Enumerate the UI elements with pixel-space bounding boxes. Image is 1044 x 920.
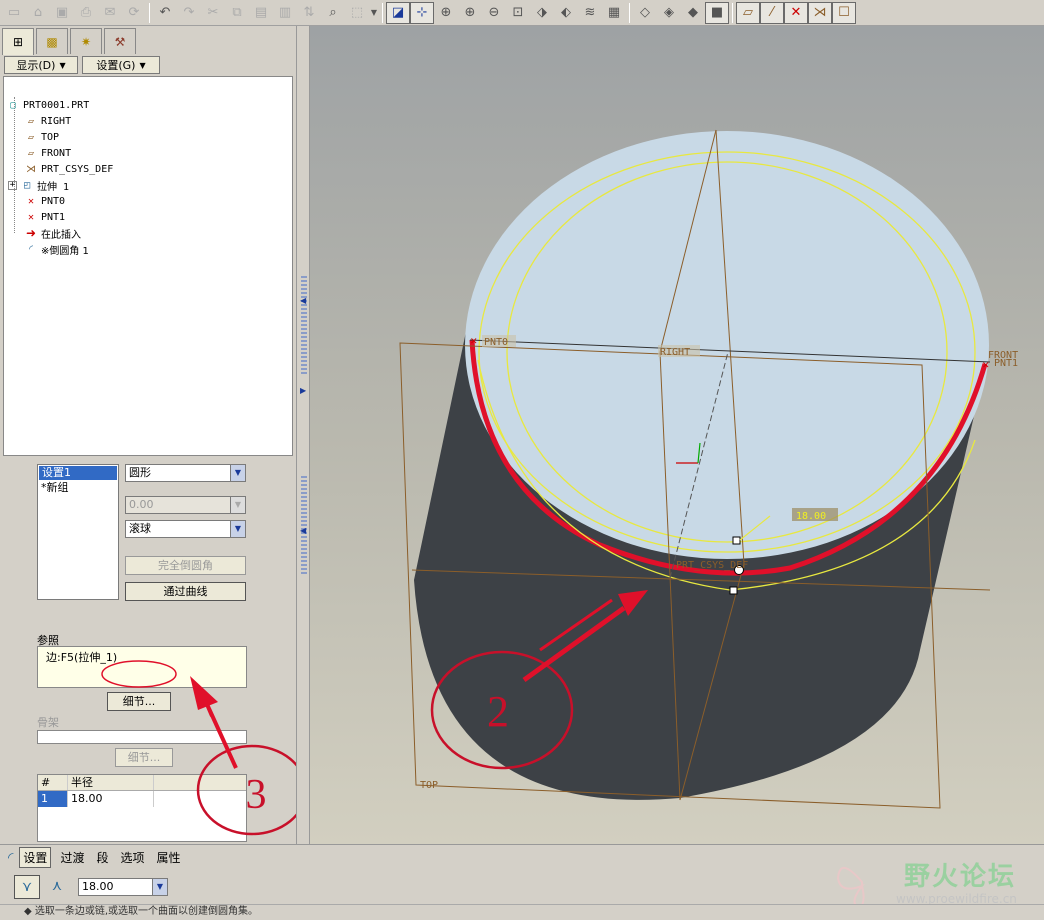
top-label: TOP (420, 780, 438, 791)
dropdown-icon[interactable]: ▼ (369, 2, 379, 24)
paste-icon[interactable]: ▤ (249, 2, 273, 24)
tab-segments[interactable]: 段 (93, 848, 111, 867)
edge-drag-handle[interactable] (729, 586, 738, 595)
datum-axes-icon[interactable]: ⁄ (760, 1, 784, 24)
splitter-grip (301, 276, 307, 376)
redo-icon[interactable]: ↷ (177, 2, 201, 24)
email-icon[interactable]: ✉ (98, 2, 122, 24)
annotation-three: 3 (101, 660, 296, 836)
annotation-number-3: 3 (246, 772, 267, 818)
repaint-icon[interactable]: ◪ (386, 1, 410, 24)
view-manager-icon[interactable]: ▦ (602, 2, 626, 24)
detail-highlight-ring (101, 660, 177, 688)
annotation-arrow-3 (204, 701, 238, 769)
set-mode-icon[interactable]: ⋎ (14, 875, 40, 899)
model-view: PNT0 ✕ PNT1 ✕ RIGHT FRONT TOP PRT_CSYS_D… (399, 129, 1018, 809)
tab-properties[interactable]: 属性 (153, 848, 183, 867)
copy-icon[interactable]: ⧉ (225, 2, 249, 24)
select-box-icon[interactable]: ⬚ (345, 2, 369, 24)
toolbar-separator (382, 2, 383, 23)
chevron-down-icon: ▼ (152, 879, 167, 895)
butterfly-logo-icon (836, 867, 865, 910)
new-icon[interactable]: ▭ (2, 2, 26, 24)
proe-window: ▭ ⌂ ▣ ⎙ ✉ ⟳ ↶ ↷ ✂ ⧉ ▤ ▥ ⇅ ⌕ ⬚ ▼ ◪ ⊹ ⊕ ⊕ … (0, 0, 1044, 920)
watermark-title: 野火论坛 (904, 862, 1017, 892)
radius-drag-handle[interactable] (732, 536, 741, 545)
csys-label: PRT_CSYS_DEF (676, 560, 748, 571)
cut-icon[interactable]: ✂ (201, 2, 225, 24)
toolbar-separator (732, 2, 733, 23)
transition-mode-icon[interactable]: ⋏ (44, 875, 70, 899)
find-icon[interactable]: ⌕ (321, 2, 345, 24)
zoom-out-icon[interactable]: ⊖ (482, 2, 506, 24)
hidden-line-icon[interactable]: ◈ (657, 2, 681, 24)
datum-planes-icon[interactable]: ▱ (736, 1, 760, 24)
tab-settings[interactable]: 设置 (19, 847, 52, 868)
annotations-icon[interactable]: ☐ (832, 1, 856, 24)
shaded-icon[interactable]: ■ (705, 1, 729, 24)
radius-dimension[interactable]: 18.00 (796, 511, 826, 522)
regenerate-icon[interactable]: ⇅ (297, 2, 321, 24)
panel-splitter[interactable]: ◀ ▶ ◀ (296, 26, 310, 844)
annotation-number-2: 2 (487, 687, 509, 736)
open-icon[interactable]: ⌂ (26, 2, 50, 24)
wireframe-icon[interactable]: ◇ (633, 2, 657, 24)
no-hidden-icon[interactable]: ◆ (681, 2, 705, 24)
pnt0-label: PNT0 (484, 337, 508, 348)
navigator-panel: ⊞ ▩ ✷ ⚒ 显示(D) ▼ 设置(G) ▼ ▢ PRT0001.PRT ▱ … (0, 26, 296, 862)
radius-input-value: 18.00 (82, 880, 114, 893)
collapse-left-icon[interactable]: ◀ (300, 526, 306, 535)
pnt0-marker: ✕ (470, 337, 478, 347)
undo-icon[interactable]: ↶ (153, 2, 177, 24)
status-bar: ◆ 选取一条边或链,或选取一个曲面以创建倒圆角集。 (0, 904, 1044, 920)
refit-icon[interactable]: ⊡ (506, 2, 530, 24)
tab-transitions[interactable]: 过渡 (57, 848, 87, 867)
print-icon[interactable]: ⎙ (74, 2, 98, 24)
front-label: FRONT (988, 350, 1018, 361)
toolbar-separator (149, 2, 150, 23)
csys-icon[interactable]: ⋊ (808, 1, 832, 24)
save-icon[interactable]: ▣ (50, 2, 74, 24)
layers-icon[interactable]: ≋ (578, 2, 602, 24)
spin-center-icon[interactable]: ⊹ (410, 1, 434, 24)
toolbar-separator (629, 2, 630, 23)
round-feature-icon: ◜ (8, 849, 14, 866)
radius-input[interactable]: 18.00 ▼ (78, 878, 168, 896)
orient-icon[interactable]: ⊕ (434, 2, 458, 24)
zoom-in-icon[interactable]: ⊕ (458, 2, 482, 24)
datum-points-icon[interactable]: ✕ (784, 1, 808, 24)
status-message: ◆ 选取一条边或链,或选取一个曲面以创建倒圆角集。 (24, 906, 259, 917)
regen-icon[interactable]: ⟳ (122, 2, 146, 24)
main-toolbar: ▭ ⌂ ▣ ⎙ ✉ ⟳ ↶ ↷ ✂ ⧉ ▤ ▥ ⇅ ⌕ ⬚ ▼ ◪ ⊹ ⊕ ⊕ … (0, 0, 1044, 26)
arrowhead-icon (190, 676, 218, 710)
graphics-window[interactable]: PNT0 ✕ PNT1 ✕ RIGHT FRONT TOP PRT_CSYS_D… (310, 26, 1044, 844)
reorient-icon[interactable]: ⬗ (530, 2, 554, 24)
saved-views-icon[interactable]: ⬖ (554, 2, 578, 24)
pnt1-marker: ✕ (982, 361, 990, 371)
collapse-left-icon[interactable]: ◀ (300, 296, 306, 305)
tab-options[interactable]: 选项 (117, 848, 147, 867)
collapse-right-icon[interactable]: ▶ (300, 386, 306, 395)
paste-special-icon[interactable]: ▥ (273, 2, 297, 24)
right-label: RIGHT (660, 347, 690, 358)
